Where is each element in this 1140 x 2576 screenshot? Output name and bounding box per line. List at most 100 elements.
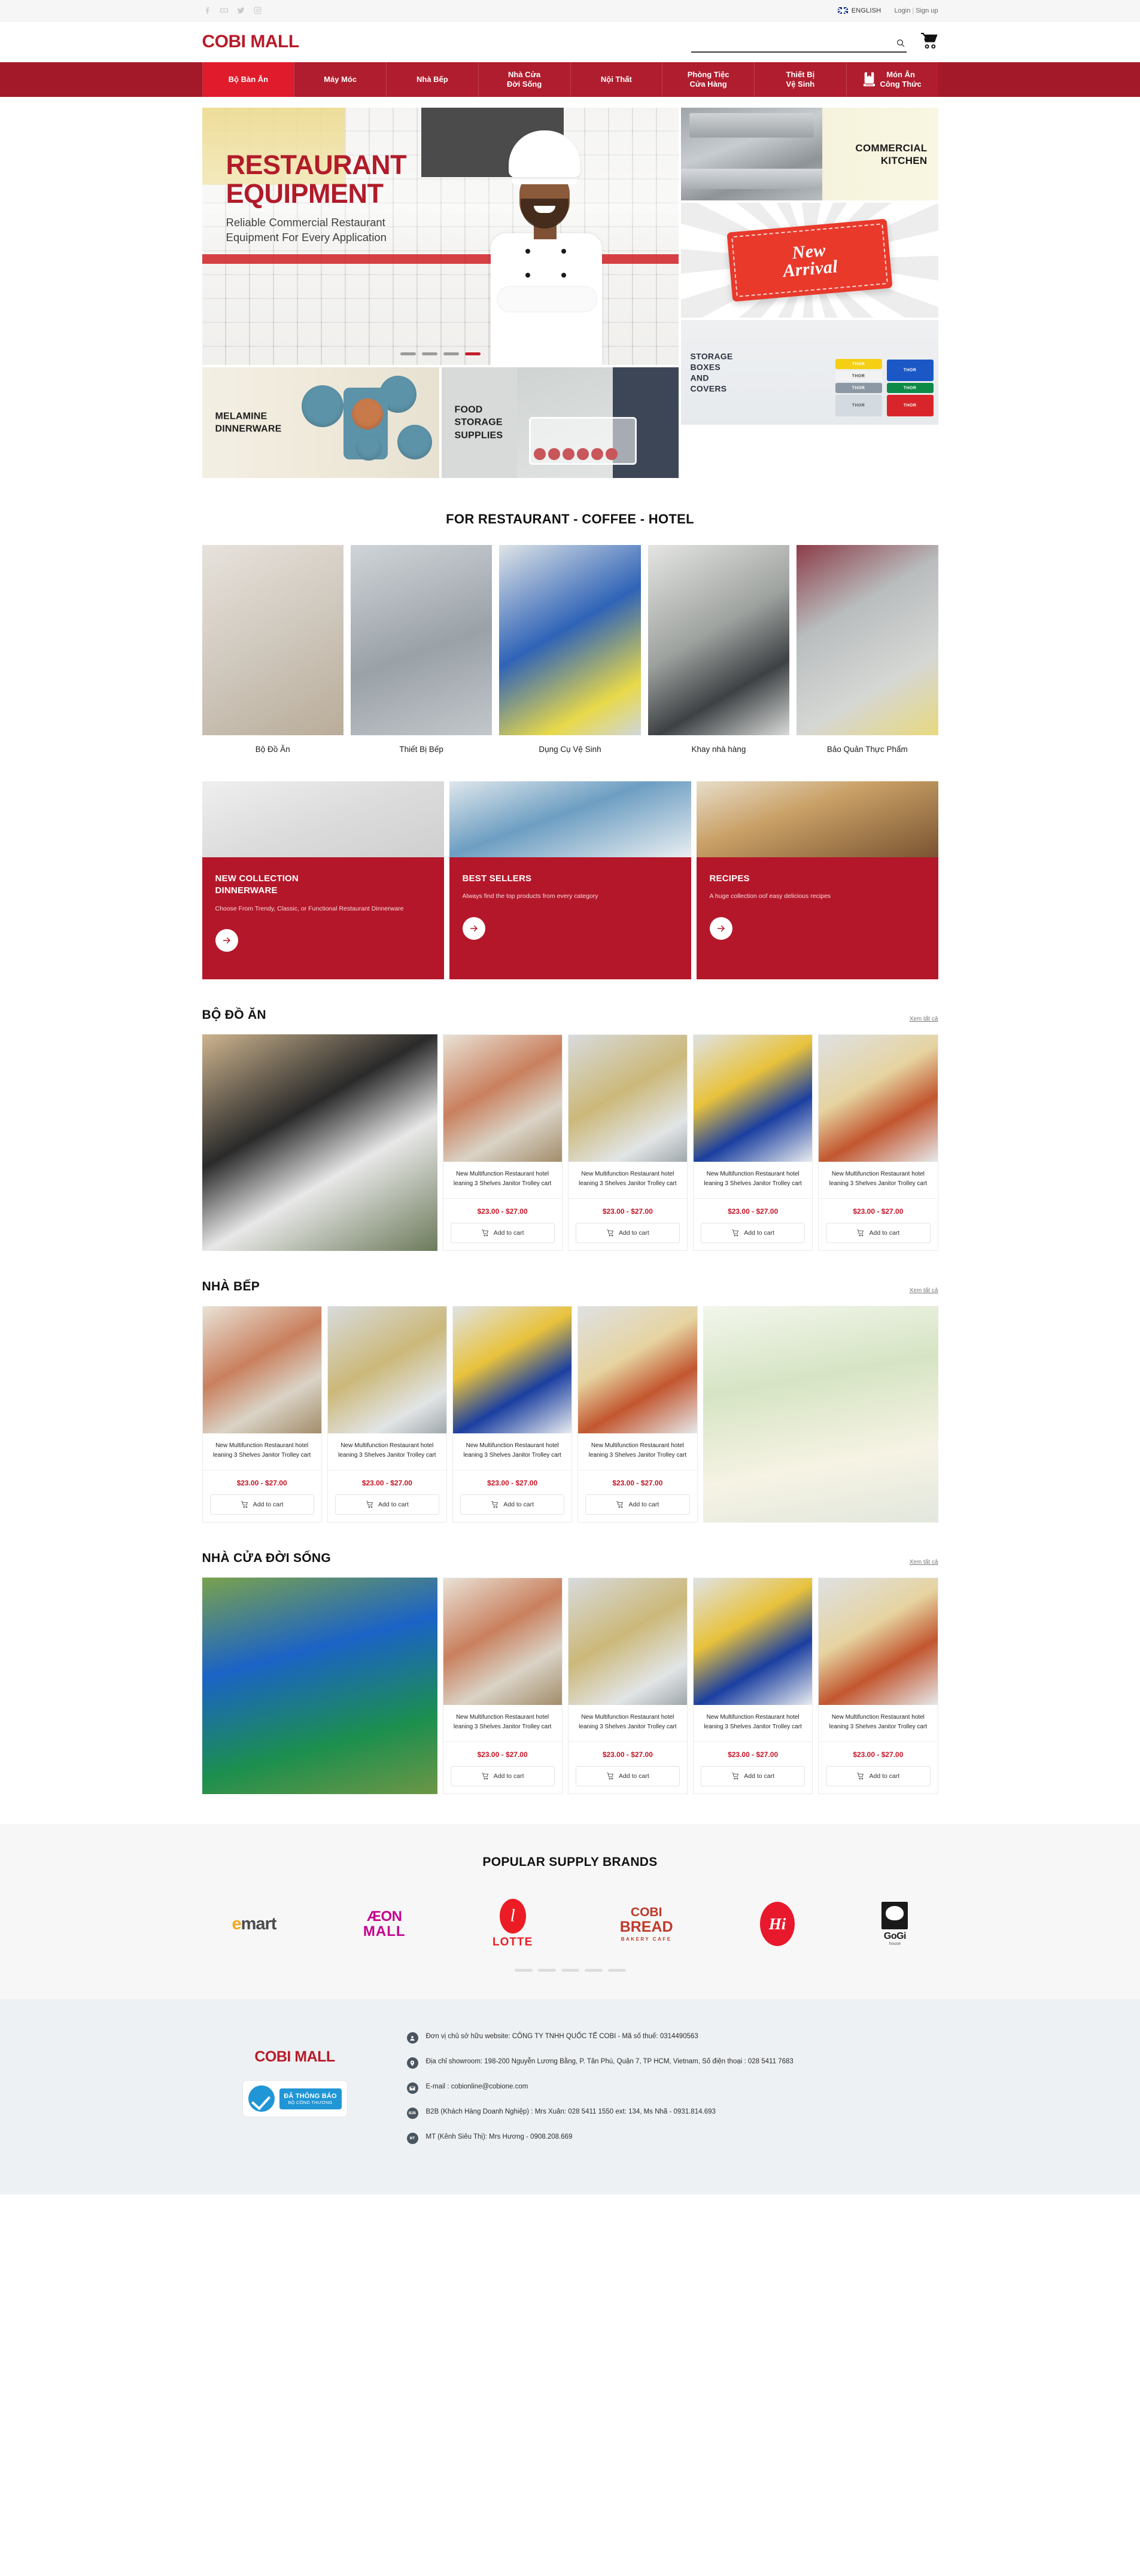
login-link[interactable]: Login	[894, 7, 910, 14]
hero-dot-1[interactable]	[400, 352, 416, 355]
hero-dot-2[interactable]	[421, 352, 437, 355]
brand-dot-3[interactable]	[561, 1969, 579, 1972]
arrow-right-icon[interactable]	[709, 917, 732, 940]
product-card[interactable]: New Multifunction Restaurant hotel leani…	[818, 1578, 938, 1795]
brands-section: POPULAR SUPPLY BRANDS emart ÆONMALL LOTT…	[0, 1824, 1140, 2000]
product-card[interactable]: New Multifunction Restaurant hotel leani…	[567, 1578, 688, 1795]
category-tile-khay-nha-hang[interactable]: Khay nhà hàng	[647, 545, 790, 754]
banner-commercial-kitchen[interactable]: COMMERCIAL KITCHEN	[680, 108, 938, 200]
search-input[interactable]	[691, 36, 907, 53]
brand-dot-2[interactable]	[537, 1969, 556, 1972]
shopping-cart-icon[interactable]	[920, 32, 938, 52]
category-tile-bo-do-an[interactable]: Bộ Đồ Ăn	[202, 545, 343, 754]
category-label: Bộ Đồ Ăn	[255, 745, 290, 754]
nav-item-may-moc[interactable]: Máy Móc	[294, 62, 387, 97]
promo-card-recipes[interactable]: RECIPES A huge collection oof easy delic…	[696, 781, 938, 980]
brand-dot-5[interactable]	[607, 1969, 626, 1972]
category-tile-dung-cu-ve-sinh[interactable]: Dụng Cụ Vệ Sinh	[499, 545, 641, 754]
search-icon[interactable]	[896, 38, 905, 50]
add-to-cart-button[interactable]: Add to cart	[209, 1494, 314, 1515]
add-to-cart-label: Add to cart	[378, 1501, 409, 1509]
footer-email-text: E-mail : cobionline@cobione.com	[425, 2083, 528, 2091]
product-card[interactable]: New Multifunction Restaurant hotel leani…	[567, 1034, 688, 1252]
add-to-cart-button[interactable]: Add to cart	[826, 1766, 931, 1787]
add-to-cart-button[interactable]: Add to cart	[575, 1766, 680, 1787]
nav-label: Món Ăn Công Thức	[880, 69, 922, 89]
footer-b2b-text: B2B (Khách Hàng Doanh Nghiệp) : Mrs Xuân…	[425, 2108, 716, 2116]
hero-banner-restaurant-equipment[interactable]: RESTAURANT EQUIPMENT Reliable Commercial …	[202, 108, 679, 365]
language-selector[interactable]: ENGLISH	[837, 7, 881, 14]
nav-item-phong-tiec-cua-hang[interactable]: Phòng Tiệc Cửa Hàng	[662, 62, 755, 97]
nav-item-bo-ban-an[interactable]: Bộ Bàn Ăn	[202, 62, 295, 97]
site-logo[interactable]: COBI MALL	[202, 33, 300, 51]
banner-food-storage-supplies[interactable]: FOOD STORAGE SUPPLIES	[441, 367, 679, 478]
add-to-cart-button[interactable]: Add to cart	[701, 1766, 805, 1787]
add-to-cart-button[interactable]: Add to cart	[450, 1766, 555, 1787]
product-card[interactable]: New Multifunction Restaurant hotel leani…	[442, 1578, 563, 1795]
product-card[interactable]: New Multifunction Restaurant hotel leani…	[577, 1306, 698, 1523]
section-feature-image[interactable]	[202, 1578, 437, 1795]
nav-item-nha-cua-doi-song[interactable]: Nhà Cửa Đời Sống	[479, 62, 571, 97]
product-price: $23.00 - $27.00	[361, 1479, 412, 1488]
nav-item-nha-bep[interactable]: Nhà Bếp	[387, 62, 479, 97]
banner-melamine-dinnerware[interactable]: MELAMINE DINNERWARE	[202, 367, 439, 478]
nav-item-thiet-bi-ve-sinh[interactable]: Thiết Bị Vệ Sinh	[755, 62, 847, 97]
product-card[interactable]: New Multifunction Restaurant hotel leani…	[202, 1306, 322, 1523]
brand-logo-cobi-bread[interactable]: COBI BREAD BAKERY CAFE	[620, 1902, 673, 1946]
brand-dot-1[interactable]	[514, 1969, 533, 1972]
youtube-icon[interactable]	[219, 5, 229, 16]
product-price: $23.00 - $27.00	[612, 1479, 663, 1488]
product-image	[443, 1035, 562, 1162]
promo-card-new-collection[interactable]: NEW COLLECTION DINNERWARE Choose From Tre…	[202, 781, 444, 980]
view-all-link[interactable]: Xem tất cả	[910, 1016, 938, 1022]
product-card[interactable]: New Multifunction Restaurant hotel leani…	[442, 1034, 563, 1252]
brand-logo-hi[interactable]: Hi	[760, 1902, 795, 1947]
facebook-icon[interactable]	[202, 5, 212, 16]
bo-cong-thuong-badge[interactable]: ĐÃ THÔNG BÁO BỘ CÔNG THƯƠNG	[242, 2080, 348, 2118]
brand-logo-emart[interactable]: emart	[232, 1902, 277, 1946]
category-tile-thiet-bi-bep[interactable]: Thiết Bị Bếp	[350, 545, 493, 754]
product-card[interactable]: New Multifunction Restaurant hotel leani…	[452, 1306, 573, 1523]
nav-item-mon-an-cong-thuc[interactable]: Món Ăn Công Thức	[847, 62, 938, 97]
product-card[interactable]: New Multifunction Restaurant hotel leani…	[818, 1034, 938, 1252]
signup-link[interactable]: Sign up	[916, 7, 938, 14]
lotte-mark-icon	[499, 1899, 526, 1934]
section-feature-image[interactable]	[703, 1306, 938, 1523]
category-tile-bao-quan-thuc-pham[interactable]: Bảo Quản Thực Phẩm	[797, 545, 938, 754]
product-price: $23.00 - $27.00	[487, 1479, 538, 1488]
view-all-link[interactable]: Xem tất cả	[910, 1559, 938, 1566]
product-title: New Multifunction Restaurant hotel leani…	[453, 1433, 572, 1471]
brand-dot-4[interactable]	[584, 1969, 603, 1972]
hero-dot-3[interactable]	[443, 352, 459, 355]
hero-dot-4[interactable]	[464, 352, 481, 355]
add-to-cart-label: Add to cart	[503, 1501, 534, 1509]
nav-item-noi-that[interactable]: Nội Thất	[571, 62, 663, 97]
hero-title: RESTAURANT EQUIPMENT	[226, 150, 407, 209]
arrow-right-icon[interactable]	[215, 929, 238, 952]
arrow-right-icon[interactable]	[462, 917, 485, 940]
brand-logo-lotte[interactable]: LOTTE	[493, 1899, 533, 1948]
add-to-cart-button[interactable]: Add to cart	[575, 1223, 680, 1244]
instagram-icon[interactable]	[253, 5, 263, 16]
add-to-cart-button[interactable]: Add to cart	[335, 1494, 439, 1515]
hero-carousel-dots	[400, 352, 481, 355]
add-to-cart-button[interactable]: Add to cart	[701, 1223, 805, 1244]
add-to-cart-label: Add to cart	[253, 1501, 284, 1509]
add-to-cart-button[interactable]: Add to cart	[450, 1223, 555, 1244]
product-card[interactable]: New Multifunction Restaurant hotel leani…	[327, 1306, 447, 1523]
add-to-cart-button[interactable]: Add to cart	[826, 1223, 931, 1244]
section-feature-image[interactable]	[202, 1034, 437, 1252]
banner-new-arrival[interactable]: New Arrival	[680, 203, 938, 318]
add-to-cart-button[interactable]: Add to cart	[585, 1494, 690, 1515]
view-all-link[interactable]: Xem tất cả	[910, 1287, 938, 1294]
brand-logo-gogi-house[interactable]: GoGi house	[881, 1902, 908, 1946]
promo-image	[449, 781, 691, 857]
product-card[interactable]: New Multifunction Restaurant hotel leani…	[693, 1578, 813, 1795]
product-card[interactable]: New Multifunction Restaurant hotel leani…	[693, 1034, 813, 1252]
add-to-cart-button[interactable]: Add to cart	[460, 1494, 565, 1515]
brand-logo-aeon-mall[interactable]: ÆON MALL	[363, 1902, 406, 1946]
twitter-icon[interactable]	[236, 5, 246, 16]
nav-label: Máy Móc	[324, 74, 357, 84]
banner-storage-boxes-covers[interactable]: STORAGE BOXES AND COVERS THOR THOR THOR THO…	[680, 320, 938, 425]
promo-card-best-sellers[interactable]: BEST SELLERS Always find the top product…	[449, 781, 691, 980]
